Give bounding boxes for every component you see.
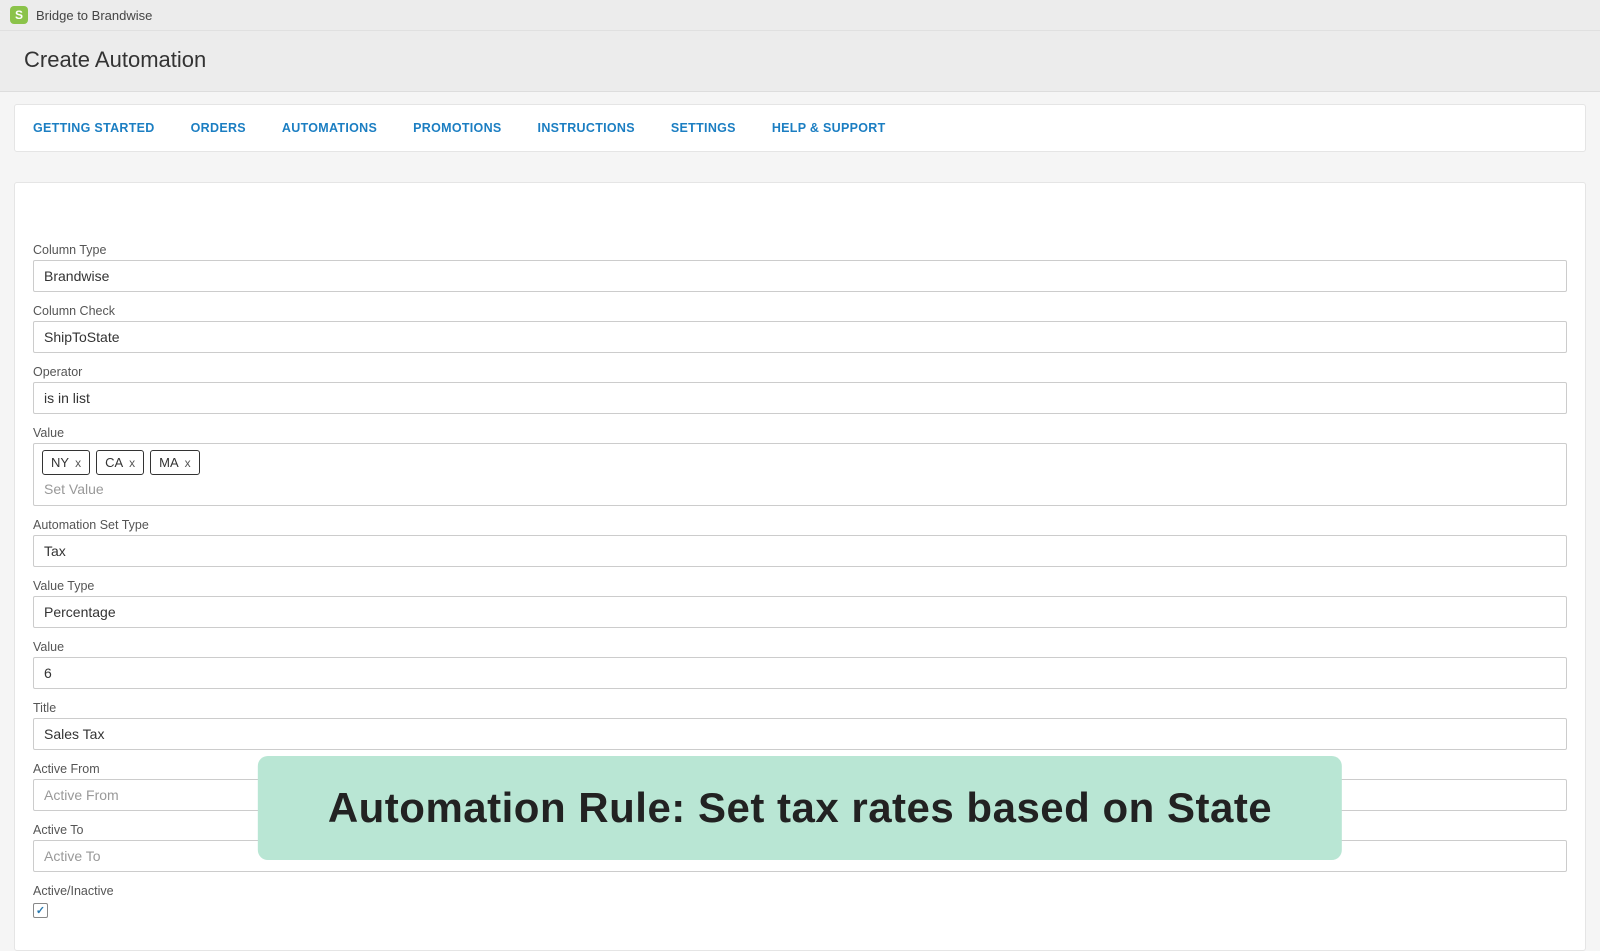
app-icon: S (10, 6, 28, 24)
tag-label: NY (51, 455, 69, 470)
app-name: Bridge to Brandwise (36, 8, 152, 23)
tag-label: MA (159, 455, 179, 470)
input-column-type[interactable] (33, 260, 1567, 292)
tab-settings[interactable]: SETTINGS (653, 105, 754, 151)
tab-promotions[interactable]: PROMOTIONS (395, 105, 519, 151)
banner-overlay: Automation Rule: Set tax rates based on … (258, 756, 1342, 860)
tag-container[interactable]: NY x CA x MA x (33, 443, 1567, 506)
input-value-type[interactable] (33, 596, 1567, 628)
tag-ma: MA x (150, 450, 200, 475)
field-active-inactive: Active/Inactive (33, 884, 1567, 918)
field-column-type: Column Type (33, 243, 1567, 292)
label-active-inactive: Active/Inactive (33, 884, 1567, 898)
checkbox-active[interactable] (33, 903, 48, 918)
field-value-type: Value Type (33, 579, 1567, 628)
tab-instructions[interactable]: INSTRUCTIONS (520, 105, 653, 151)
page-title: Create Automation (24, 47, 1576, 73)
label-column-type: Column Type (33, 243, 1567, 257)
field-value-list: Value NY x CA x MA x (33, 426, 1567, 506)
tab-wrapper: GETTING STARTED ORDERS AUTOMATIONS PROMO… (0, 92, 1600, 152)
input-set-value[interactable] (42, 475, 1558, 499)
input-value-number[interactable] (33, 657, 1567, 689)
field-column-check: Column Check (33, 304, 1567, 353)
label-operator: Operator (33, 365, 1567, 379)
tag-row: NY x CA x MA x (42, 450, 1558, 475)
label-value-list: Value (33, 426, 1567, 440)
tag-ny: NY x (42, 450, 90, 475)
tab-bar: GETTING STARTED ORDERS AUTOMATIONS PROMO… (14, 104, 1586, 152)
tab-automations[interactable]: AUTOMATIONS (264, 105, 395, 151)
tag-remove-icon[interactable]: x (185, 456, 191, 470)
label-title: Title (33, 701, 1567, 715)
input-column-check[interactable] (33, 321, 1567, 353)
tab-orders[interactable]: ORDERS (173, 105, 264, 151)
page-title-bar: Create Automation (0, 31, 1600, 92)
tag-remove-icon[interactable]: x (75, 456, 81, 470)
field-title: Title (33, 701, 1567, 750)
tag-ca: CA x (96, 450, 144, 475)
label-column-check: Column Check (33, 304, 1567, 318)
top-bar: S Bridge to Brandwise (0, 0, 1600, 31)
tab-getting-started[interactable]: GETTING STARTED (15, 105, 173, 151)
label-value-type: Value Type (33, 579, 1567, 593)
field-value-number: Value (33, 640, 1567, 689)
label-value-number: Value (33, 640, 1567, 654)
tab-help-support[interactable]: HELP & SUPPORT (754, 105, 904, 151)
input-operator[interactable] (33, 382, 1567, 414)
field-operator: Operator (33, 365, 1567, 414)
label-automation-set-type: Automation Set Type (33, 518, 1567, 532)
field-automation-set-type: Automation Set Type (33, 518, 1567, 567)
tag-remove-icon[interactable]: x (129, 456, 135, 470)
input-title[interactable] (33, 718, 1567, 750)
tag-label: CA (105, 455, 123, 470)
input-automation-set-type[interactable] (33, 535, 1567, 567)
